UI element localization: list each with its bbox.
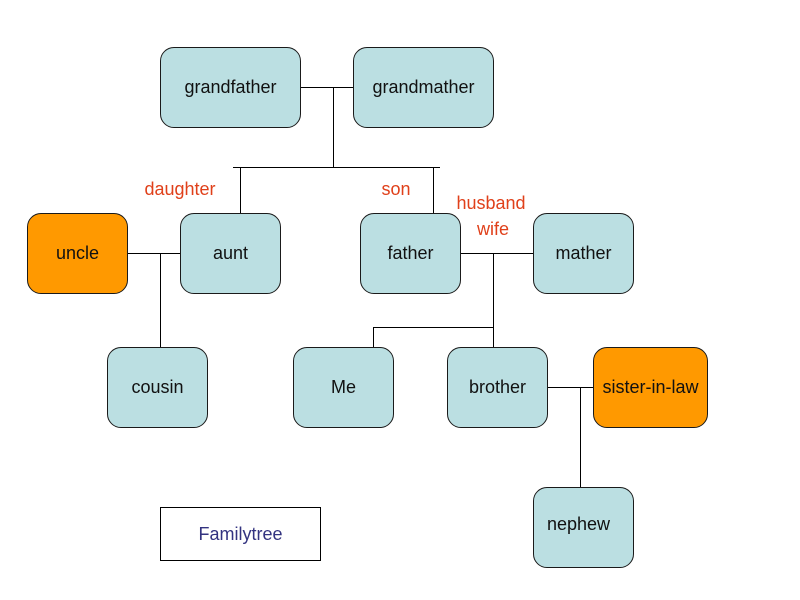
node-label: mather bbox=[555, 243, 612, 263]
node-brother[interactable]: brother bbox=[447, 347, 548, 428]
node-sister-in-law[interactable]: sister-in-law bbox=[593, 347, 708, 428]
node-label: aunt bbox=[212, 243, 249, 263]
node-aunt[interactable]: aunt bbox=[180, 213, 281, 294]
node-label: grandfather bbox=[184, 77, 277, 97]
relation-label-daughter: daughter bbox=[144, 179, 216, 199]
connector-siblings-bar bbox=[373, 327, 493, 328]
node-label: grandmather bbox=[372, 77, 475, 97]
connector-to-aunt bbox=[240, 167, 241, 213]
connector-to-father bbox=[433, 167, 434, 213]
node-father[interactable]: father bbox=[360, 213, 461, 294]
connector-uncle-aunt bbox=[127, 253, 180, 254]
node-cousin[interactable]: cousin bbox=[107, 347, 208, 428]
connector-to-nephew bbox=[580, 387, 581, 487]
diagram-title-box: Familytree bbox=[160, 507, 321, 561]
connector-children-bar bbox=[233, 167, 440, 168]
node-mather[interactable]: mather bbox=[533, 213, 634, 294]
node-nephew[interactable]: nephew bbox=[533, 487, 634, 568]
connector-to-cousin bbox=[160, 253, 161, 347]
relation-label-son: son bbox=[381, 179, 411, 199]
node-label: cousin bbox=[131, 377, 184, 397]
node-label: Me bbox=[330, 377, 356, 397]
node-grandfather[interactable]: grandfather bbox=[160, 47, 301, 128]
node-label: uncle bbox=[55, 243, 100, 263]
node-label: father bbox=[387, 243, 434, 263]
node-label: nephew bbox=[546, 514, 611, 534]
diagram-title: Familytree bbox=[198, 523, 283, 544]
connector-grandparents-down bbox=[333, 87, 334, 167]
connector-parents-down bbox=[493, 253, 494, 347]
node-label: brother bbox=[468, 377, 527, 397]
connector-grandparents bbox=[300, 87, 353, 88]
relation-label-wife: wife bbox=[476, 219, 509, 239]
connector-to-me bbox=[373, 327, 374, 347]
node-uncle[interactable]: uncle bbox=[27, 213, 128, 294]
node-me[interactable]: Me bbox=[293, 347, 394, 428]
node-label: sister-in-law bbox=[602, 377, 699, 397]
connector-father-mather bbox=[460, 253, 533, 254]
node-grandmather[interactable]: grandmather bbox=[353, 47, 494, 128]
relation-label-husband: husband bbox=[456, 193, 526, 213]
connector-brother-sister-in-law bbox=[547, 387, 593, 388]
